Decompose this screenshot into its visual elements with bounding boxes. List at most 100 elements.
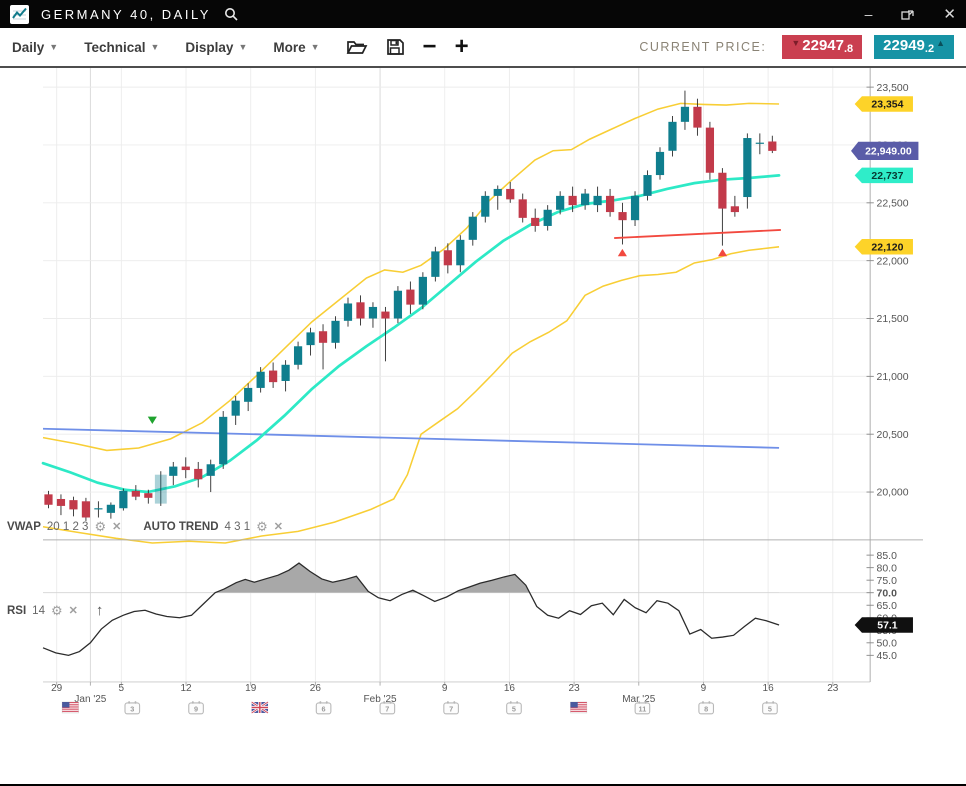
- chevron-down-icon: ▼: [150, 42, 159, 52]
- menu-more[interactable]: More▼: [273, 40, 319, 55]
- us-flag-icon: [62, 702, 78, 713]
- date-label: 5: [119, 683, 125, 694]
- vwap-line: [43, 429, 779, 448]
- rsi-move-up-icon[interactable]: ↑: [96, 602, 104, 619]
- price-tick-label: 20,500: [877, 430, 909, 441]
- close-button[interactable]: ✕: [943, 7, 956, 22]
- candle: [319, 331, 327, 343]
- triangle-down-signal-icon: [148, 417, 157, 424]
- price-tick-label: 22,000: [877, 256, 909, 267]
- rsi-tick-label: 70.0: [877, 588, 898, 599]
- window-title: GERMANY 40, DAILY: [41, 7, 211, 22]
- zoom-out-icon[interactable]: −: [423, 37, 437, 56]
- calendar-day-label: 11: [639, 705, 647, 714]
- candle: [456, 240, 464, 265]
- candle: [718, 173, 726, 209]
- rsi-params: 14: [32, 605, 45, 617]
- search-icon[interactable]: [223, 6, 239, 22]
- app-logo-icon: [10, 5, 29, 24]
- calendar-icon: 7: [380, 701, 395, 714]
- price-tag-label: 22,949.00: [865, 147, 912, 158]
- rsi-settings-gear-icon[interactable]: ⚙: [51, 604, 63, 617]
- calendar-day-label: 6: [322, 705, 326, 714]
- candle: [155, 475, 167, 504]
- candle: [94, 508, 102, 509]
- menu-technical[interactable]: Technical▼: [84, 40, 159, 55]
- candle: [631, 196, 639, 220]
- menu-timeframe[interactable]: Daily▼: [12, 40, 58, 55]
- candle: [531, 218, 539, 226]
- calendar-day-label: 9: [194, 705, 198, 714]
- candle: [519, 199, 527, 218]
- zoom-in-icon[interactable]: +: [455, 37, 469, 56]
- calendar-icon: 7: [444, 701, 459, 714]
- candle: [469, 217, 477, 240]
- autotrend-label: AUTO TREND: [143, 521, 218, 533]
- overlay-lines: [43, 103, 779, 543]
- price-tick-label: 22,500: [877, 198, 909, 209]
- title-bar: GERMANY 40, DAILY – ✕: [0, 0, 966, 28]
- price-tick-label: 23,500: [877, 83, 909, 94]
- uk-flag-icon: [252, 702, 268, 713]
- candle: [144, 493, 152, 498]
- candle: [232, 401, 240, 416]
- candle: [306, 332, 314, 345]
- candle: [431, 251, 439, 276]
- candle: [444, 250, 452, 265]
- calendar-icon: 5: [763, 701, 778, 714]
- candle: [207, 464, 215, 476]
- candle: [57, 499, 65, 506]
- bid-price-badge: ▼ 22947.8: [782, 35, 862, 59]
- candle: [643, 175, 651, 196]
- menu-display[interactable]: Display▼: [185, 40, 247, 55]
- date-label: 9: [701, 683, 707, 694]
- price-tag-label: 22,120: [871, 242, 903, 253]
- candle: [257, 372, 265, 388]
- candle: [569, 196, 577, 205]
- candle: [731, 206, 739, 212]
- autotrend-remove-icon[interactable]: ✕: [274, 520, 283, 533]
- candle: [556, 196, 564, 210]
- autotrend-settings-gear-icon[interactable]: ⚙: [256, 520, 268, 533]
- candle: [44, 494, 52, 504]
- rsi-label: RSI: [7, 605, 26, 617]
- rsi-tick-label: 45.0: [877, 651, 898, 662]
- price-tick-label: 21,500: [877, 314, 909, 325]
- save-icon[interactable]: [386, 38, 405, 56]
- chart-canvas[interactable]: 23,50023,00022,50022,00021,50021,00020,5…: [0, 68, 966, 784]
- ask-price-badge: 22949.2 ▲: [874, 35, 954, 59]
- candle: [344, 303, 352, 320]
- app-window: GERMANY 40, DAILY – ✕ Daily▼ Technical▼ …: [0, 0, 966, 786]
- vwap-remove-icon[interactable]: ✕: [112, 520, 121, 533]
- rsi-remove-icon[interactable]: ✕: [69, 604, 78, 617]
- vwap-settings-gear-icon[interactable]: ⚙: [94, 520, 106, 533]
- x-axis-labels: 29Jan '255121926Feb '2591623Mar '2591623: [51, 682, 839, 705]
- rsi-overbought-fill: [43, 563, 779, 655]
- arrow-up-icon: ▲: [936, 39, 945, 48]
- candle: [107, 505, 115, 513]
- rsi-tick-label: 75.0: [877, 576, 898, 587]
- vwap-params: 20 1 2 3: [47, 521, 89, 533]
- candle: [356, 302, 364, 318]
- us-flag-icon: [570, 702, 586, 713]
- date-label: 16: [763, 683, 775, 694]
- candle: [768, 142, 776, 151]
- price-tag-label: 22,737: [871, 171, 903, 182]
- arrow-down-icon: ▼: [791, 39, 800, 48]
- restore-button[interactable]: [900, 7, 915, 21]
- candle: [419, 277, 427, 305]
- chevron-down-icon: ▼: [49, 42, 58, 52]
- candle: [593, 196, 601, 205]
- candle: [693, 107, 701, 128]
- candle: [506, 189, 514, 199]
- candle: [706, 128, 714, 173]
- open-folder-icon[interactable]: [346, 38, 368, 56]
- candle: [369, 307, 377, 319]
- rsi-tick-label: 65.0: [877, 601, 898, 612]
- chevron-down-icon: ▼: [311, 42, 320, 52]
- candle: [119, 491, 127, 508]
- candle: [681, 107, 689, 122]
- candle: [244, 388, 252, 402]
- date-label: 23: [827, 683, 839, 694]
- minimize-button[interactable]: –: [865, 7, 873, 21]
